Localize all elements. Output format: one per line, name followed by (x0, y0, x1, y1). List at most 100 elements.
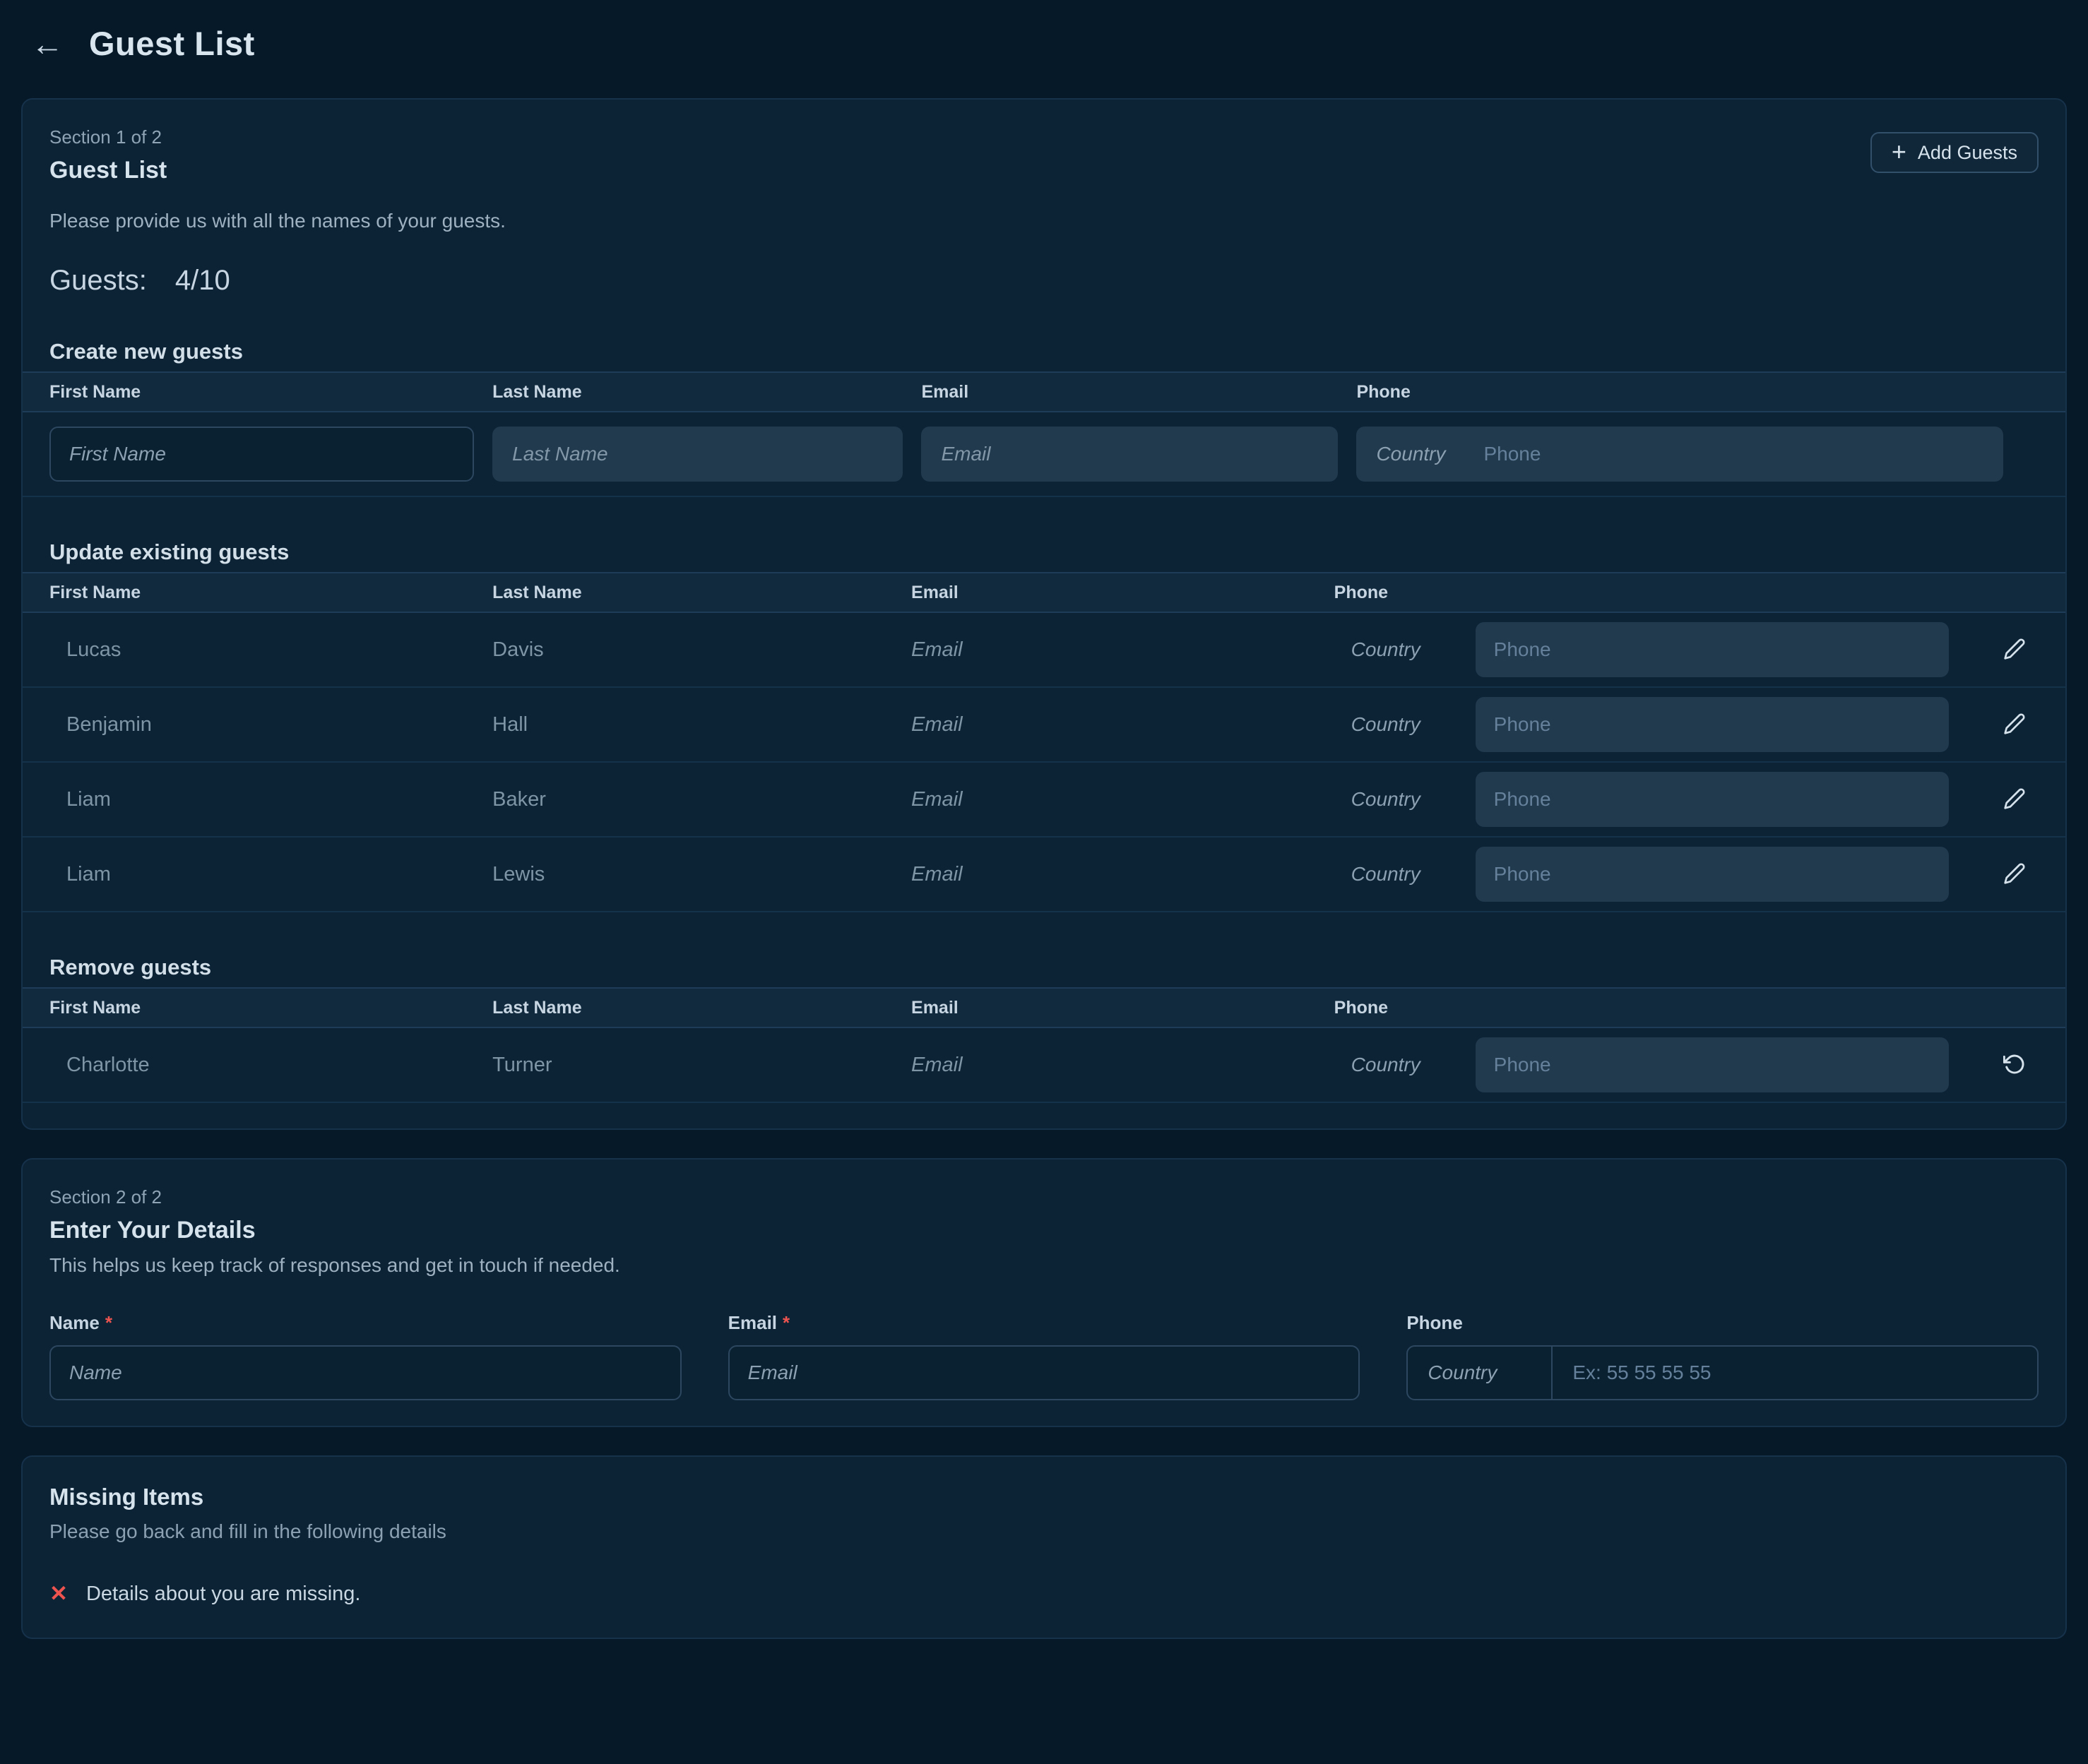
new-email-input[interactable] (921, 427, 1338, 482)
section1-description: Please provide us with all the names of … (49, 210, 2039, 232)
guest-email: Email (911, 863, 1334, 886)
col-email: Email (911, 998, 1334, 1018)
name-field[interactable] (49, 1345, 682, 1400)
required-asterisk: * (783, 1312, 790, 1333)
page-header: ← Guest List (0, 0, 2088, 80)
missing-item: ✕ Details about you are missing. (49, 1581, 2039, 1607)
guest-phone-input[interactable] (1476, 622, 1950, 677)
col-email: Email (921, 382, 1356, 403)
table-row: Liam Lewis Email Country (23, 838, 2065, 912)
section-missing-items: Missing Items Please go back and fill in… (21, 1455, 2067, 1639)
guest-first-name: Liam (23, 788, 492, 811)
col-email: Email (911, 583, 1334, 603)
update-table-header: First Name Last Name Email Phone (23, 572, 2065, 613)
guest-last-name: Turner (492, 1054, 911, 1077)
col-last-name: Last Name (492, 998, 911, 1018)
guest-last-name: Lewis (492, 863, 911, 886)
section2-kicker: Section 2 of 2 (49, 1186, 2039, 1208)
col-first-name: First Name (23, 998, 492, 1018)
col-phone: Phone (1334, 998, 1964, 1018)
pencil-icon (2003, 713, 2026, 737)
edit-guest-button[interactable] (2003, 638, 2026, 662)
undo-icon (2003, 1053, 2026, 1078)
country-selector[interactable]: Country (1408, 1347, 1553, 1399)
missing-items-title: Missing Items (49, 1484, 2039, 1510)
col-phone: Phone (1334, 583, 1964, 603)
pencil-icon (2003, 862, 2026, 887)
guest-phone-input[interactable] (1476, 772, 1950, 827)
phone-label: Phone (1406, 1312, 2039, 1334)
col-last-name: Last Name (492, 382, 921, 403)
guest-first-name: Benjamin (23, 713, 492, 737)
new-last-name-input[interactable] (492, 427, 903, 482)
table-row: Charlotte Turner Email Country (23, 1028, 2065, 1103)
col-first-name: First Name (23, 382, 492, 403)
add-guests-label: Add Guests (1918, 142, 2017, 164)
guest-first-name: Charlotte (23, 1054, 492, 1077)
col-first-name: First Name (23, 583, 492, 603)
section-your-details: Section 2 of 2 Enter Your Details This h… (21, 1158, 2067, 1427)
create-guest-row: Country (23, 412, 2065, 497)
section2-description: This helps us keep track of responses an… (49, 1254, 2039, 1277)
guest-phone-input[interactable] (1476, 1037, 1950, 1092)
col-phone: Phone (1356, 382, 2065, 403)
section1-title: Guest List (49, 157, 167, 184)
email-field[interactable] (728, 1345, 1360, 1400)
add-guests-button[interactable]: + Add Guests (1870, 132, 2039, 173)
guest-email: Email (911, 788, 1334, 811)
section-guest-list: Section 1 of 2 Guest List + Add Guests P… (21, 98, 2067, 1130)
back-arrow-icon: ← (31, 25, 64, 62)
guest-last-name: Hall (492, 713, 911, 737)
guest-last-name: Baker (492, 788, 911, 811)
guests-counter: Guests: 4/10 (49, 265, 2039, 297)
phone-field[interactable] (1553, 1347, 2037, 1399)
guest-country-selector[interactable]: Country (1334, 638, 1476, 661)
table-row: Liam Baker Email Country (23, 763, 2065, 838)
missing-item-text: Details about you are missing. (86, 1583, 360, 1606)
create-guests-table: First Name Last Name Email Phone Country (23, 371, 2065, 497)
name-label: Name* (49, 1312, 682, 1334)
error-x-icon: ✕ (49, 1581, 68, 1607)
new-country-selector[interactable]: Country (1356, 443, 1483, 465)
edit-guest-button[interactable] (2003, 862, 2026, 887)
edit-guest-button[interactable] (2003, 787, 2026, 812)
phone-field-group: Country (1406, 1345, 2039, 1400)
new-phone-field: Country (1356, 427, 2003, 482)
remove-guests-table: First Name Last Name Email Phone Charlot… (23, 987, 2065, 1103)
guest-country-selector[interactable]: Country (1334, 788, 1476, 811)
guest-last-name: Davis (492, 638, 911, 662)
new-first-name-input[interactable] (49, 427, 474, 482)
update-guests-heading: Update existing guests (49, 540, 2039, 565)
guest-country-selector[interactable]: Country (1334, 713, 1476, 736)
pencil-icon (2003, 638, 2026, 662)
guest-email: Email (911, 713, 1334, 737)
guest-email: Email (911, 638, 1334, 662)
create-guests-heading: Create new guests (49, 339, 2039, 364)
new-phone-input[interactable] (1483, 427, 2003, 482)
update-guests-table: First Name Last Name Email Phone Lucas D… (23, 572, 2065, 912)
table-row: Lucas Davis Email Country (23, 613, 2065, 688)
pencil-icon (2003, 787, 2026, 812)
table-row: Benjamin Hall Email Country (23, 688, 2065, 763)
plus-icon: + (1892, 139, 1906, 165)
guests-label: Guests: (49, 265, 147, 296)
guest-phone-input[interactable] (1476, 697, 1950, 752)
guest-country-selector[interactable]: Country (1334, 863, 1476, 886)
create-table-header: First Name Last Name Email Phone (23, 371, 2065, 412)
section2-title: Enter Your Details (49, 1217, 2039, 1244)
edit-guest-button[interactable] (2003, 713, 2026, 737)
remove-table-header: First Name Last Name Email Phone (23, 987, 2065, 1028)
guests-count: 4/10 (175, 265, 230, 296)
guest-phone-input[interactable] (1476, 847, 1950, 902)
page-title: Guest List (89, 24, 255, 63)
restore-guest-button[interactable] (2003, 1053, 2026, 1078)
email-label: Email* (728, 1312, 1360, 1334)
guest-country-selector[interactable]: Country (1334, 1054, 1476, 1076)
guest-email: Email (911, 1054, 1334, 1077)
section1-kicker: Section 1 of 2 (49, 126, 167, 148)
guest-first-name: Liam (23, 863, 492, 886)
missing-items-description: Please go back and fill in the following… (49, 1520, 2039, 1543)
required-asterisk: * (105, 1312, 112, 1333)
guest-first-name: Lucas (23, 638, 492, 662)
back-button[interactable]: ← (31, 28, 64, 60)
